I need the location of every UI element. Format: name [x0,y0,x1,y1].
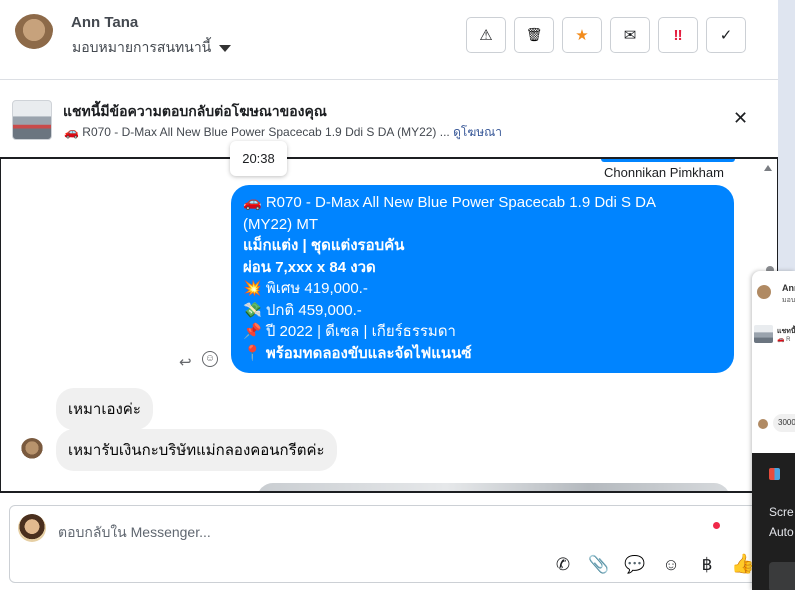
report-button[interactable]: ⚠ [466,17,506,53]
exclamation-icon: ‼ [673,26,683,44]
saved-replies-icon[interactable]: 💬 [624,554,646,576]
reply-input-placeholder[interactable]: ตอบกลับใน Messenger... [58,522,211,544]
sender-name: Chonnikan Pimkham [604,165,724,180]
follow-up-button[interactable]: ‼ [658,17,698,53]
message-line: 📍 พร้อมทดลองขับและจัดไฟแนนซ์ [243,344,472,362]
notification-text-1: Scre [769,505,794,519]
conversation-header: Ann Tana มอบหมายการสนทนานี้ ⚠ 🗑 ★ ✉ ‼ ✓ [0,0,778,80]
message-thread[interactable]: Chonnikan Pimkham 🚗 R070 - D-Max All New… [0,159,778,493]
envelope-icon: ✉ [623,27,637,44]
message-line: 🚗 R070 - D-Max All New Blue Power Spacec… [243,194,657,211]
star-icon: ★ [575,27,589,44]
assign-label: มอบหมายการสนทนานี้ [72,39,212,55]
notification-button[interactable] [769,562,795,590]
ad-context-bar: แชทนี้มีข้อความตอบกลับต่อโฆษณาของคุณ 🚗 R… [0,80,778,159]
message-line: (MY22) MT [243,215,318,233]
messenger-window: Ann Tana มอบหมายการสนทนานี้ ⚠ 🗑 ★ ✉ ‼ ✓ … [0,0,795,590]
attachment-icon[interactable]: 📎 [588,554,610,576]
call-add-icon[interactable]: ✆ [552,554,574,576]
message-line: 📌 ปี 2022 | ดีเซล | เกียร์ธรรมดา [243,323,456,340]
timestamp-tooltip: 20:38 [230,141,287,176]
react-emoji-icon[interactable]: ☺ [202,351,218,367]
baht-icon[interactable]: ฿ [696,554,718,576]
message-line: แม็กแต่ง | ชุดแต่งรอบคัน [243,237,405,254]
incoming-message-bubble[interactable]: เหมารับเงินกะบริษัทแม่กลองคอนกรีตค่ะ [56,429,337,471]
sender-avatar [21,438,43,460]
view-ad-link[interactable]: ดูโฆษณา [453,125,502,139]
ad-context-title: แชทนี้มีข้อความตอบกลับต่อโฆษณาของคุณ [63,103,327,119]
ad-thumbnail [12,100,52,140]
reply-icon[interactable]: ↩ [179,353,192,371]
previous-message-edge [601,159,735,162]
preview-assign: มอบ [782,297,795,304]
ad-name: 🚗 R070 - D-Max All New Blue Power Spacec… [64,125,450,139]
emoji-icon[interactable]: ☺ [660,554,682,576]
star-button[interactable]: ★ [562,17,602,53]
trash-icon: 🗑 [525,27,543,42]
check-icon: ✓ [719,27,733,44]
notification-text-2: Auto [769,525,794,539]
caret-down-icon [219,44,232,52]
avatar [758,419,768,429]
incoming-message-bubble[interactable]: เหมาเองค่ะ [56,388,153,430]
notification-dot [713,522,720,529]
outgoing-message-bubble[interactable]: 🚗 R070 - D-Max All New Blue Power Spacec… [231,185,734,373]
composer: ตอบกลับใน Messenger... ✆ 📎 💬 ☺ ฿ 👍 [0,493,778,590]
preview-message-bubble: 3000 [773,414,795,432]
page-avatar [18,514,46,542]
scroll-up-arrow-icon[interactable] [764,165,772,171]
mark-unread-button[interactable]: ✉ [610,17,650,53]
side-chat-preview[interactable]: Ann มอบ แชทนี้ 🚗 R 3000 [752,271,795,590]
app-icon [769,468,780,480]
ad-context-subtitle: 🚗 R070 - D-Max All New Blue Power Spacec… [64,123,502,142]
message-line: 💸 ปกติ 459,000.- [243,301,362,319]
assign-conversation-dropdown[interactable]: มอบหมายการสนทนานี้ [72,37,232,59]
ad-thumbnail [754,325,773,343]
avatar [757,285,771,299]
warning-icon: ⚠ [479,27,493,44]
preview-name: Ann [782,283,795,293]
reply-input[interactable] [9,505,769,583]
preview-ad-subtitle: 🚗 R [777,337,791,343]
done-button[interactable]: ✓ [706,17,746,53]
delete-button[interactable]: 🗑 [514,17,554,53]
message-line: ผ่อน 7,xxx x 84 งวด [243,258,376,276]
close-icon[interactable]: ✕ [733,108,748,129]
image-attachment[interactable] [257,483,730,491]
user-name[interactable]: Ann Tana [71,14,138,31]
message-line: 💥 พิเศษ 419,000.- [243,280,368,297]
avatar[interactable] [14,14,54,54]
